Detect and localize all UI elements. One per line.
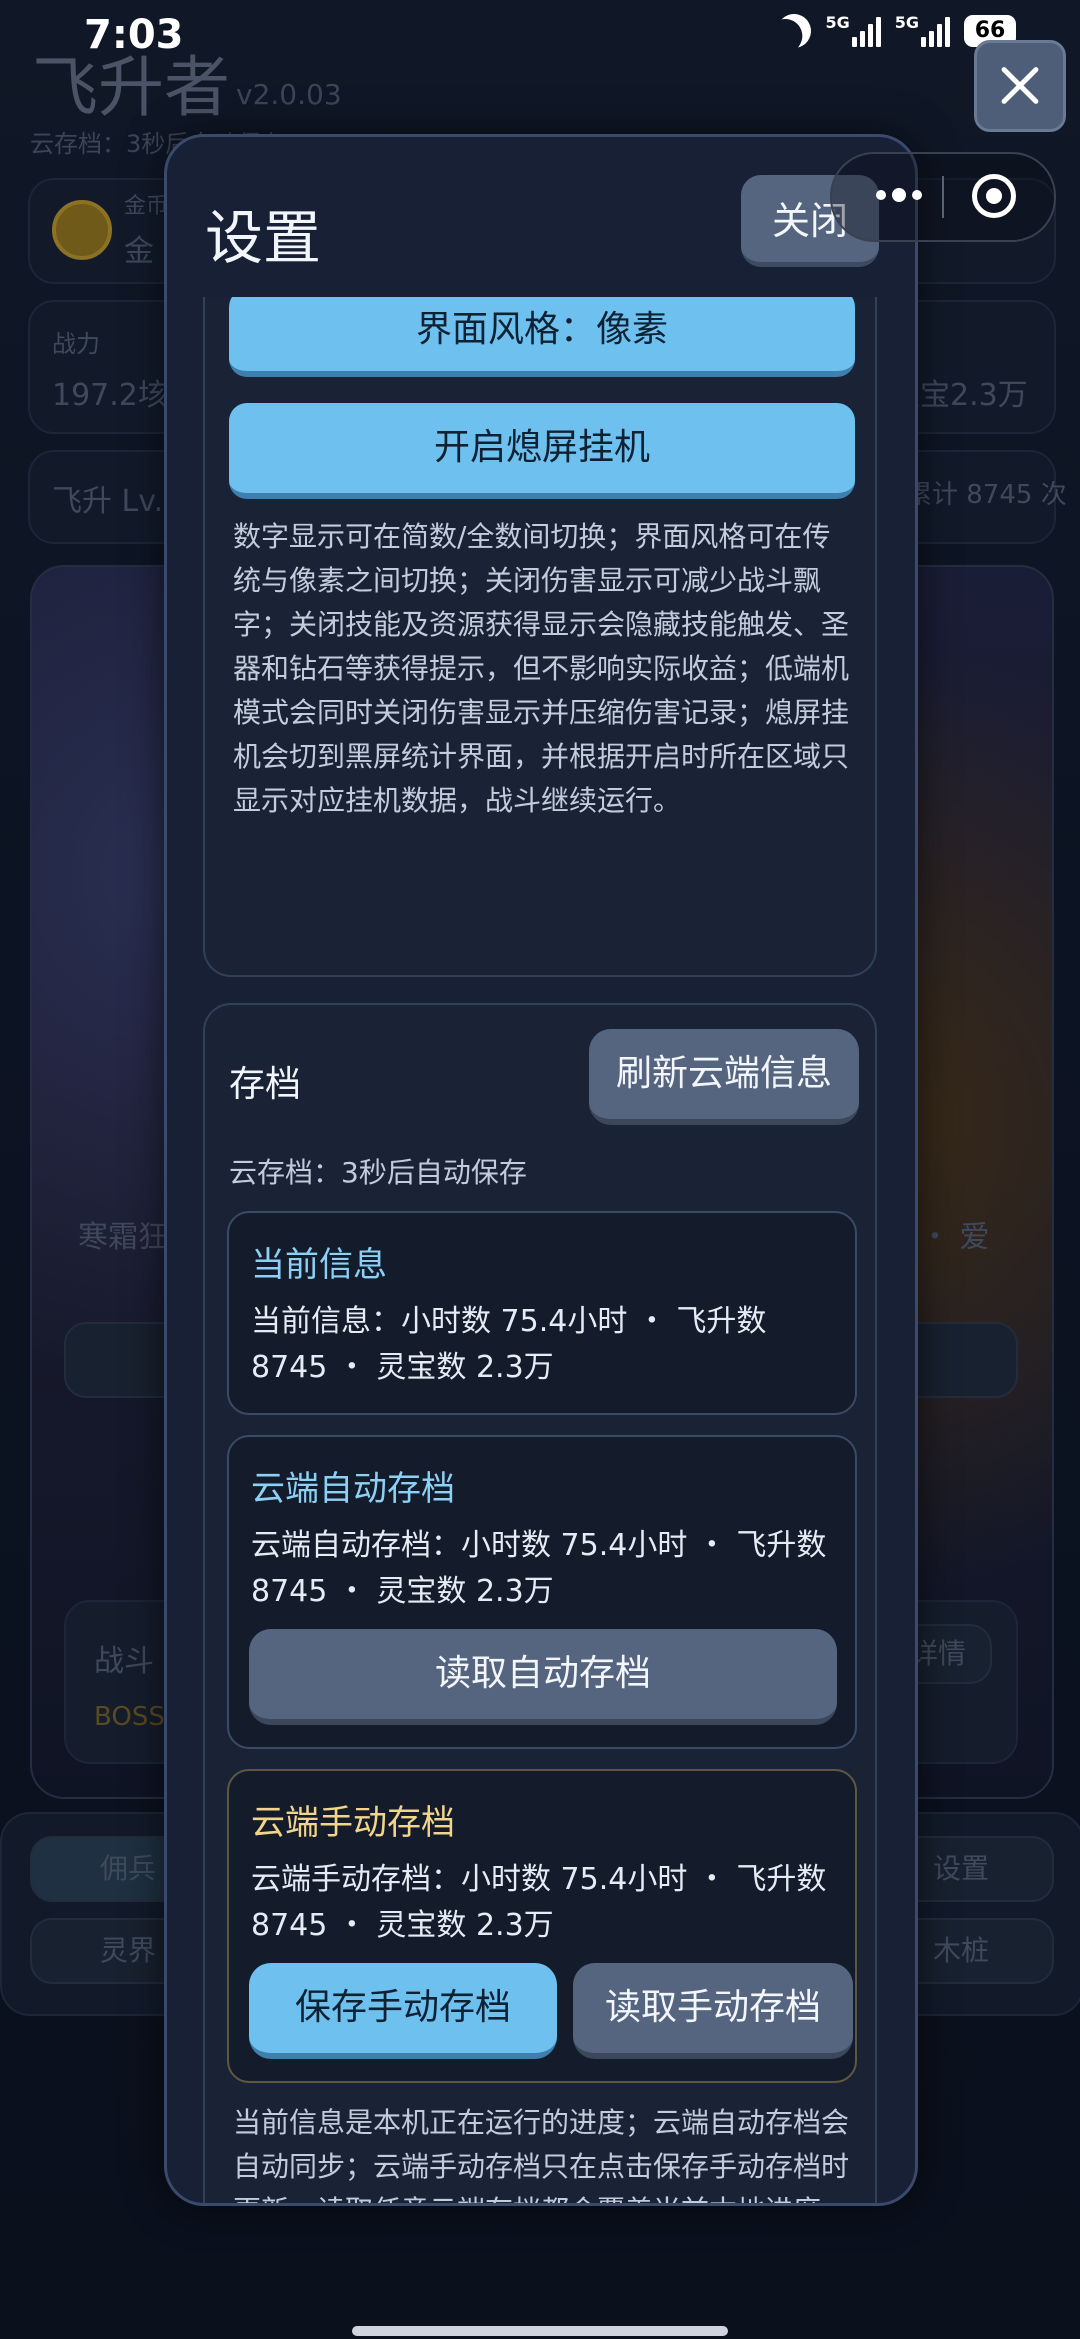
cloud-auto-save-card: 云端自动存档 云端自动存档：小时数 75.4小时 ・ 飞升数 8745 ・ 灵宝…: [227, 1435, 857, 1749]
love-text: ・ 爱: [920, 1220, 990, 1255]
modal-title: 设置: [205, 204, 322, 272]
more-options-icon[interactable]: [876, 188, 922, 202]
boss-label: BOSS: [94, 1702, 165, 1732]
close-icon[interactable]: [974, 40, 1066, 132]
cloud-manual-title: 云端手动存档: [251, 1803, 455, 1843]
ascend-label: 飞升 Lv.: [52, 484, 164, 519]
gold-coin-icon: [52, 200, 112, 260]
current-info-text: 当前信息：小时数 75.4小时 ・ 飞升数 8745 ・ 灵宝数 2.3万: [251, 1304, 767, 1385]
refresh-cloud-button[interactable]: 刷新云端信息: [589, 1029, 859, 1125]
app-version: v2.0.03: [236, 78, 342, 111]
cloud-manual-save-card: 云端手动存档 云端手动存档：小时数 75.4小时 ・ 飞升数 8745 ・ 灵宝…: [227, 1769, 857, 2083]
save-section-footnote: 当前信息是本机正在运行的进度；云端自动存档会自动同步；云端手动存档只在点击保存手…: [233, 2106, 850, 2203]
save-manual-button[interactable]: 保存手动存档: [249, 1963, 557, 2059]
signal-icon-2: 5G: [895, 15, 950, 47]
display-settings-section: 界面风格：像素 开启熄屏挂机 数字显示可在简数/全数间切换；界面风格可在传统与像…: [203, 297, 877, 977]
battle-label: 战斗: [94, 1644, 154, 1679]
gold-label: 金币: [124, 194, 169, 219]
gold-value: 金: [124, 234, 154, 269]
modal-scroll-area[interactable]: 界面风格：像素 开启熄屏挂机 数字显示可在简数/全数间切换；界面风格可在传统与像…: [167, 297, 915, 2203]
status-time: 7:03: [84, 12, 184, 58]
ui-style-button[interactable]: 界面风格：像素: [229, 297, 855, 377]
display-settings-description: 数字显示可在简数/全数间切换；界面风格可在传统与像素之间切换；关闭伤害显示可减少…: [233, 520, 850, 817]
cloud-auto-title: 云端自动存档: [251, 1469, 455, 1509]
mini-program-capsule: [830, 152, 1056, 242]
settings-modal: 设置 关闭 界面风格：像素 开启熄屏挂机 数字显示可在简数/全数间切换；界面风格…: [164, 134, 918, 2206]
frost-text: 寒霜狂: [78, 1220, 168, 1255]
power-label: 战力: [52, 330, 100, 358]
ascend-count: 累计 8745 次: [906, 480, 1067, 510]
screen-off-idle-button[interactable]: 开启熄屏挂机: [229, 403, 855, 499]
autosave-note: 云存档：3秒后自动保存: [229, 1156, 527, 1189]
current-info-title: 当前信息: [251, 1245, 387, 1285]
cloud-manual-text: 云端手动存档：小时数 75.4小时 ・ 飞升数 8745 ・ 灵宝数 2.3万: [251, 1862, 827, 1943]
do-not-disturb-icon: [771, 8, 817, 54]
current-info-card: 当前信息 当前信息：小时数 75.4小时 ・ 飞升数 8745 ・ 灵宝数 2.…: [227, 1211, 857, 1415]
load-manual-save-button[interactable]: 读取手动存档: [573, 1963, 853, 2059]
cloud-auto-text: 云端自动存档：小时数 75.4小时 ・ 飞升数 8745 ・ 灵宝数 2.3万: [251, 1528, 827, 1609]
power-value: 197.2垓: [52, 378, 168, 413]
exit-target-icon[interactable]: [972, 174, 1016, 218]
save-section: 存档 刷新云端信息 云存档：3秒后自动保存 当前信息 当前信息：小时数 75.4…: [203, 1003, 877, 2203]
save-section-title: 存档: [229, 1064, 302, 1105]
home-indicator[interactable]: [352, 2326, 728, 2336]
signal-icon-1: 5G: [825, 15, 881, 47]
load-auto-save-button[interactable]: 读取自动存档: [249, 1629, 837, 1725]
